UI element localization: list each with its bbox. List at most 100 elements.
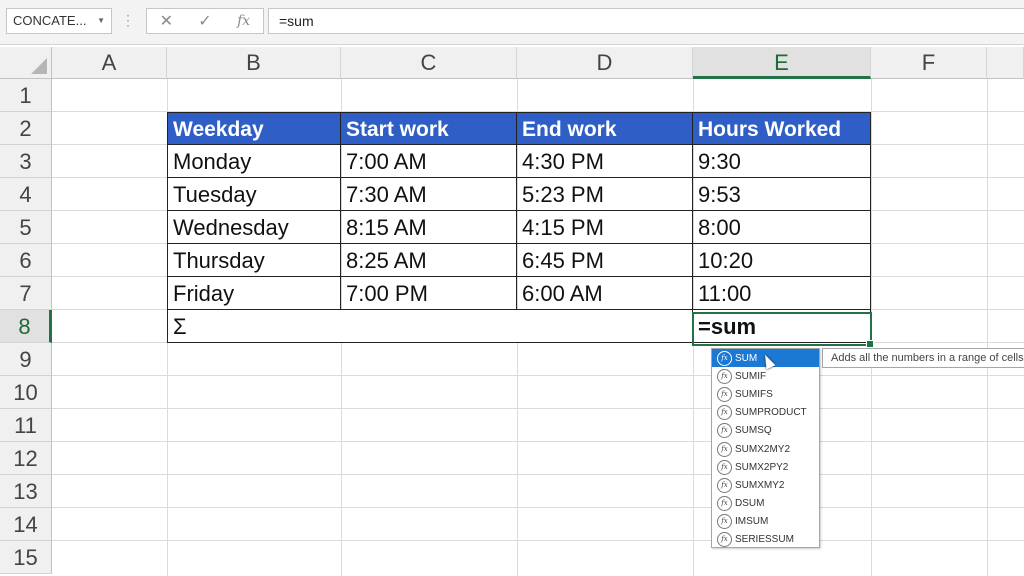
autocomplete-item-label: SUM <box>735 352 758 364</box>
formula-bar-buttons: ✕ ✓ fx <box>146 8 264 34</box>
table-cell[interactable]: 7:00 AM <box>341 145 517 178</box>
gridline <box>52 474 1024 475</box>
formula-input[interactable]: =sum <box>268 8 1024 34</box>
autocomplete-item-dsum[interactable]: fx DSUM <box>712 495 819 513</box>
table-cell[interactable]: 10:20 <box>693 244 871 277</box>
table-cell[interactable]: 8:25 AM <box>341 244 517 277</box>
function-autocomplete-list: fx SUM fx SUMIF fx SUMIFS fx SUMPRODUCT fx SU… <box>711 348 820 548</box>
autocomplete-item-sumproduct[interactable]: fx SUMPRODUCT <box>712 404 819 422</box>
table-cell[interactable]: Thursday <box>167 244 341 277</box>
table-cell[interactable]: 6:45 PM <box>517 244 693 277</box>
autocomplete-item-label: SUMXMY2 <box>735 479 785 491</box>
autocomplete-item-label: SERIESSUM <box>735 534 794 546</box>
row-header-2[interactable]: 2 <box>0 112 52 145</box>
autocomplete-item-label: SUMX2PY2 <box>735 461 789 473</box>
autocomplete-item-imsum[interactable]: fx IMSUM <box>712 513 819 531</box>
select-all-corner[interactable] <box>0 47 52 79</box>
table-cell[interactable]: 7:30 AM <box>341 178 517 211</box>
autocomplete-item-label: SUMSQ <box>735 425 772 437</box>
gridline <box>987 79 988 576</box>
autocomplete-item-seriessum[interactable]: fx SERIESSUM <box>712 531 819 549</box>
function-tooltip: Adds all the numbers in a range of cells <box>822 348 1024 368</box>
column-header-a[interactable]: A <box>52 47 167 79</box>
name-box[interactable]: CONCATE... ▼ <box>6 8 112 34</box>
autocomplete-item-sumxmy2[interactable]: fx SUMXMY2 <box>712 476 819 494</box>
active-cell-border <box>692 312 874 348</box>
autocomplete-item-label: SUMIFS <box>735 388 773 400</box>
gridline <box>52 375 1024 376</box>
autocomplete-item-sumx2my2[interactable]: fx SUMX2MY2 <box>712 440 819 458</box>
autocomplete-item-sumx2py2[interactable]: fx SUMX2PY2 <box>712 458 819 476</box>
row-header-8[interactable]: 8 <box>0 310 52 343</box>
function-icon: fx <box>717 423 732 439</box>
chevron-down-icon[interactable]: ▼ <box>97 9 105 33</box>
function-icon: fx <box>717 496 732 512</box>
function-icon: fx <box>717 459 732 475</box>
table-cell[interactable]: 7:00 PM <box>341 277 517 310</box>
column-header-b[interactable]: B <box>167 47 341 79</box>
column-header-e[interactable]: E <box>693 47 871 79</box>
header-hours-worked[interactable]: Hours Worked <box>693 112 871 145</box>
autocomplete-item-label: IMSUM <box>735 516 769 528</box>
column-header-d[interactable]: D <box>517 47 693 79</box>
autocomplete-item-sumsq[interactable]: fx SUMSQ <box>712 422 819 440</box>
table-cell[interactable]: Wednesday <box>167 211 341 244</box>
row-header-9[interactable]: 9 <box>0 343 52 376</box>
row-header-5[interactable]: 5 <box>0 211 52 244</box>
formula-bar: CONCATE... ▼ ⋮ ✕ ✓ fx =sum <box>0 0 1024 45</box>
insert-function-icon[interactable]: fx <box>229 13 259 29</box>
header-end-work[interactable]: End work <box>517 112 693 145</box>
row-header-7[interactable]: 7 <box>0 277 52 310</box>
gridline <box>52 441 1024 442</box>
more-options-icon: ⋮ <box>121 12 135 28</box>
row-header-1[interactable]: 1 <box>0 79 52 112</box>
autocomplete-item-label: SUMX2MY2 <box>735 443 791 455</box>
function-icon: fx <box>717 350 732 366</box>
table-cell[interactable]: 8:15 AM <box>341 211 517 244</box>
gridline <box>52 408 1024 409</box>
row-header-6[interactable]: 6 <box>0 244 52 277</box>
select-all-triangle-icon <box>31 58 47 74</box>
gridline <box>52 540 1024 541</box>
row-header-4[interactable]: 4 <box>0 178 52 211</box>
row-header-10[interactable]: 10 <box>0 376 52 409</box>
column-header-g[interactable] <box>987 47 1024 79</box>
header-weekday[interactable]: Weekday <box>167 112 341 145</box>
row-header-14[interactable]: 14 <box>0 508 52 541</box>
function-icon: fx <box>717 405 732 421</box>
autocomplete-item-label: SUMPRODUCT <box>735 407 807 419</box>
sum-label-cell[interactable]: Σ <box>167 310 693 343</box>
table-cell[interactable]: 8:00 <box>693 211 871 244</box>
row-header-15[interactable]: 15 <box>0 541 52 574</box>
table-cell[interactable]: 4:30 PM <box>517 145 693 178</box>
autocomplete-item-sumifs[interactable]: fx SUMIFS <box>712 385 819 403</box>
enter-check-icon[interactable]: ✓ <box>190 11 220 31</box>
header-start-work[interactable]: Start work <box>341 112 517 145</box>
row-header-13[interactable]: 13 <box>0 475 52 508</box>
table-cell[interactable]: Tuesday <box>167 178 341 211</box>
table-cell[interactable]: 9:30 <box>693 145 871 178</box>
row-header-12[interactable]: 12 <box>0 442 52 475</box>
table-cell[interactable]: 11:00 <box>693 277 871 310</box>
table-cell[interactable]: Friday <box>167 277 341 310</box>
autocomplete-item-label: DSUM <box>735 498 765 510</box>
column-header-c[interactable]: C <box>341 47 517 79</box>
function-icon: fx <box>717 386 732 402</box>
table-cell[interactable]: 6:00 AM <box>517 277 693 310</box>
row-header-3[interactable]: 3 <box>0 145 52 178</box>
function-icon: fx <box>717 532 732 548</box>
gridline <box>52 507 1024 508</box>
autocomplete-item-sumif[interactable]: fx SUMIF <box>712 367 819 385</box>
cancel-icon[interactable]: ✕ <box>151 11 181 31</box>
fill-handle[interactable] <box>866 340 874 348</box>
table-cell[interactable]: 5:23 PM <box>517 178 693 211</box>
autocomplete-item-label: SUMIF <box>735 370 767 382</box>
column-header-f[interactable]: F <box>871 47 987 79</box>
table-cell[interactable]: Monday <box>167 145 341 178</box>
function-icon: fx <box>717 368 732 384</box>
name-box-value: CONCATE... <box>13 13 87 28</box>
table-cell[interactable]: 4:15 PM <box>517 211 693 244</box>
table-cell[interactable]: 9:53 <box>693 178 871 211</box>
function-icon: fx <box>717 514 732 530</box>
row-header-11[interactable]: 11 <box>0 409 52 442</box>
